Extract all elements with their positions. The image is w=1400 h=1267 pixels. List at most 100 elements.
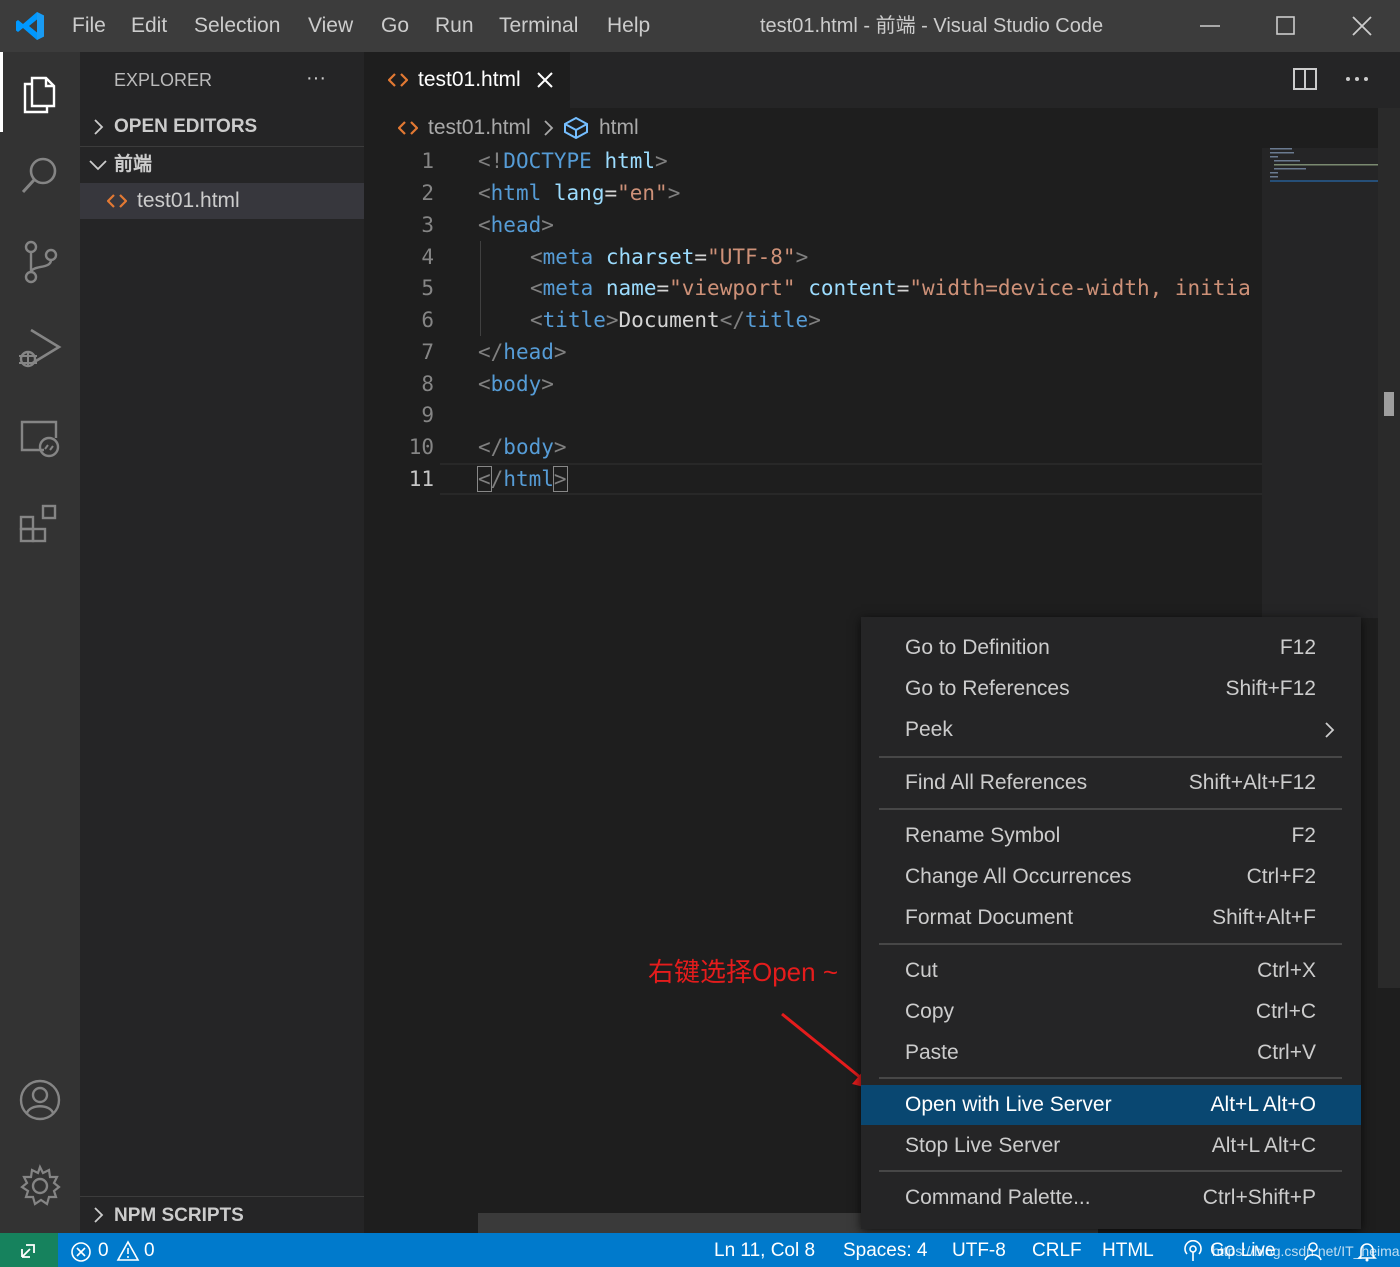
punct: > (541, 372, 554, 396)
menu-go[interactable]: Go (381, 0, 409, 52)
minimap[interactable] (1262, 148, 1378, 618)
punct: > (605, 308, 619, 332)
tab-label: test01.html (418, 68, 521, 91)
search-icon[interactable] (0, 134, 80, 218)
menu-item-label: Cut (905, 959, 938, 982)
editor-more-actions-icon[interactable] (1342, 62, 1372, 97)
error-count[interactable]: 0 (98, 1233, 109, 1267)
line-number: 6 (421, 308, 434, 332)
annotation-text: 右键选择Open ~ (648, 957, 839, 987)
menu-item-shortcut: Ctrl+V (1257, 1041, 1316, 1064)
menu-item-shortcut: F2 (1291, 824, 1316, 847)
folder-section[interactable]: 前端 (80, 147, 364, 183)
indentation[interactable]: Spaces: 4 (843, 1233, 928, 1267)
line-number: 5 (421, 276, 434, 300)
close-tab-icon[interactable] (536, 71, 554, 89)
line-number: 3 (421, 213, 434, 237)
split-editor-icon[interactable] (1290, 64, 1320, 99)
npm-scripts-section[interactable]: NPM SCRIPTS (80, 1197, 364, 1233)
source-control-icon[interactable] (0, 220, 80, 304)
menu-view[interactable]: View (308, 0, 353, 52)
menu-item-shortcut: Ctrl+F2 (1246, 865, 1316, 888)
settings-gear-icon[interactable] (0, 1144, 80, 1228)
remote-indicator[interactable] (0, 1233, 58, 1267)
minimize-icon (1200, 25, 1220, 27)
code-line-10[interactable]: </body> (478, 431, 567, 463)
string: "en" (617, 181, 668, 205)
close-window-button[interactable] (1324, 0, 1400, 52)
text: Document (618, 308, 720, 332)
cursor-position[interactable]: Ln 11, Col 8 (714, 1233, 815, 1267)
menu-edit[interactable]: Edit (131, 0, 167, 52)
open-editors-section[interactable]: OPEN EDITORS (80, 108, 364, 146)
menu-item-paste[interactable]: Paste Ctrl+V (861, 1033, 1361, 1073)
menu-item-copy[interactable]: Copy Ctrl+C (861, 992, 1361, 1032)
minimize-button[interactable] (1172, 0, 1248, 52)
language-mode[interactable]: HTML (1102, 1233, 1154, 1267)
punct: </ (478, 435, 504, 459)
punct: <! (478, 149, 504, 173)
menu-item-find-all-references[interactable]: Find All References Shift+Alt+F12 (861, 763, 1361, 803)
code-line-4[interactable]: <meta charset="UTF-8"> (530, 241, 808, 273)
maximize-button[interactable] (1248, 0, 1324, 52)
punct: < (530, 308, 543, 332)
vertical-scrollbar[interactable] (1378, 108, 1400, 988)
menu-item-open-with-live-server[interactable]: Open with Live Server Alt+L Alt+O (861, 1085, 1361, 1125)
line-number: 7 (421, 340, 434, 364)
breadcrumb-symbol[interactable]: html (599, 108, 639, 148)
breadcrumb-file[interactable]: test01.html (428, 108, 531, 148)
extensions-icon[interactable] (0, 482, 80, 566)
remote-explorer-icon[interactable] (0, 396, 80, 480)
menu-separator (879, 1077, 1342, 1079)
accounts-icon[interactable] (0, 1058, 80, 1142)
code-line-1[interactable]: <!DOCTYPE html> (478, 145, 668, 177)
code-line-7[interactable]: </head> (478, 336, 567, 368)
menu-item-command-palette[interactable]: Command Palette... Ctrl+Shift+P (861, 1178, 1361, 1218)
string: "viewport" (669, 276, 796, 300)
menu-run[interactable]: Run (435, 0, 474, 52)
code-line-5[interactable]: <meta name="viewport" content="width=dev… (530, 272, 1262, 304)
menu-file[interactable]: File (72, 0, 106, 52)
explorer-icon[interactable] (0, 50, 80, 134)
more-actions-icon[interactable]: ··· (306, 62, 326, 94)
tag: meta (542, 276, 594, 300)
menu-item-cut[interactable]: Cut Ctrl+X (861, 951, 1361, 991)
menu-item-shortcut: Shift+F12 (1225, 677, 1316, 700)
menu-item-shortcut: Ctrl+C (1255, 1000, 1316, 1023)
chevron-right-icon (94, 1207, 104, 1223)
menu-terminal[interactable]: Terminal (499, 0, 578, 52)
menu-item-rename-symbol[interactable]: Rename Symbol F2 (861, 816, 1361, 856)
warning-count[interactable]: 0 (144, 1233, 155, 1267)
menu-item-go-to-references[interactable]: Go to References Shift+F12 (861, 669, 1361, 709)
tab-test01[interactable]: test01.html (364, 52, 570, 108)
menu-selection[interactable]: Selection (194, 0, 280, 52)
code-line-11[interactable]: </html> (477, 463, 568, 495)
end-of-line[interactable]: CRLF (1032, 1233, 1082, 1267)
equals: = (694, 245, 708, 269)
menu-item-change-all-occurrences[interactable]: Change All Occurrences Ctrl+F2 (861, 857, 1361, 897)
code-line-2[interactable]: <html lang="en"> (478, 177, 680, 209)
string: "UTF-8" (707, 245, 796, 269)
run-debug-icon[interactable] (0, 306, 80, 390)
punct: </ (719, 308, 745, 332)
code-line-6[interactable]: <title>Document</title> (530, 304, 821, 336)
menu-item-stop-live-server[interactable]: Stop Live Server Alt+L Alt+C (861, 1126, 1361, 1166)
file-item[interactable]: test01.html (80, 183, 364, 219)
punct: > (655, 149, 668, 173)
tag: head (490, 213, 542, 237)
scrollbar-thumb[interactable] (1384, 392, 1394, 416)
menu-item-peek[interactable]: Peek (861, 710, 1361, 750)
code-line-3[interactable]: <head> (478, 209, 554, 241)
symbol-element-icon (564, 116, 588, 140)
menu-item-go-to-definition[interactable]: Go to Definition F12 (861, 628, 1361, 668)
remote-icon (21, 1244, 35, 1258)
html-file-icon (388, 73, 408, 87)
line-number: 2 (421, 181, 434, 205)
menu-item-format-document[interactable]: Format Document Shift+Alt+F (861, 898, 1361, 938)
punct: > (808, 308, 821, 332)
code-line-8[interactable]: <body> (478, 368, 554, 400)
encoding[interactable]: UTF-8 (952, 1233, 1006, 1267)
menu-help[interactable]: Help (607, 0, 650, 52)
attr: html (604, 149, 656, 173)
